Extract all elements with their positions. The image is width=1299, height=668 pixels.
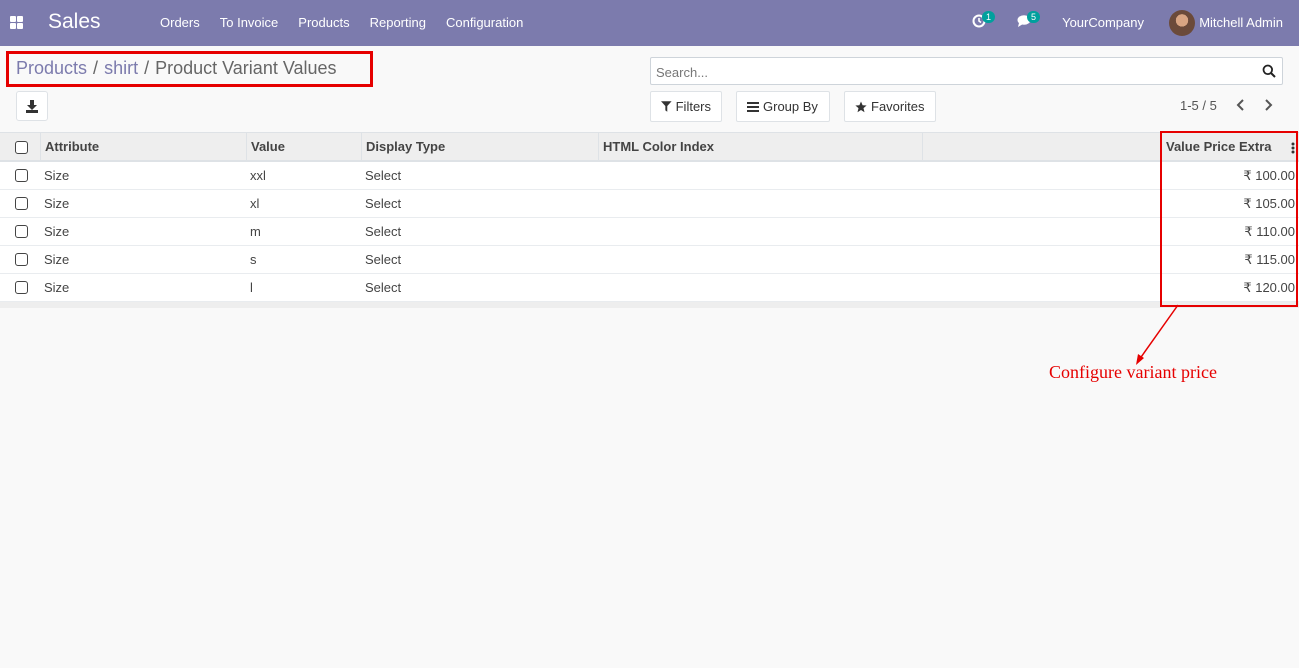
cell-attribute: Size [44,196,70,211]
breadcrumb-highlight-box [6,51,373,87]
top-navbar: Sales Orders To Invoice Products Reporti… [0,0,1299,46]
search-input[interactable] [656,63,1256,81]
main-menu: Orders To Invoice Products Reporting Con… [150,0,533,46]
cell-value: xxl [250,168,266,183]
star-icon [855,101,867,112]
table-row[interactable]: Size xl Select ₹ 105.00 [0,190,1299,218]
column-header-attribute[interactable]: Attribute [40,133,247,161]
row-checkbox[interactable] [15,253,28,266]
menu-item-reporting[interactable]: Reporting [360,0,436,46]
table-row[interactable]: Size l Select ₹ 120.00 [0,274,1299,302]
pager-previous-icon[interactable] [1234,97,1248,113]
list-icon [747,101,759,112]
filters-label: Filters [675,99,711,114]
table-footer [0,302,1299,308]
table-row[interactable]: Size s Select ₹ 115.00 [0,246,1299,274]
cell-value: m [250,224,261,239]
annotation-label: Configure variant price [1049,362,1217,382]
cell-attribute: Size [44,168,70,183]
cell-attribute: Size [44,224,70,239]
cell-attribute: Size [44,252,70,267]
price-column-highlight-box [1160,131,1298,307]
cell-display-type: Select [365,168,402,183]
menu-item-products[interactable]: Products [288,0,359,46]
menu-item-configuration[interactable]: Configuration [436,0,533,46]
cell-attribute: Size [44,280,70,295]
favorites-button[interactable]: Favorites [844,91,936,122]
menu-item-to-invoice[interactable]: To Invoice [210,0,289,46]
search-icon[interactable] [1262,64,1276,78]
favorites-label: Favorites [871,99,925,114]
group-by-button[interactable]: Group By [736,91,830,122]
cell-value: s [250,252,257,267]
column-header-value[interactable]: Value [246,133,361,161]
systray: 1 5 YourCompany Mitchell Admin [959,0,1299,46]
row-checkbox[interactable] [15,225,28,238]
row-checkbox[interactable] [15,197,28,210]
select-all-checkbox[interactable] [15,141,28,154]
download-icon [26,100,38,113]
cell-value: l [250,280,253,295]
pager-value[interactable]: 1-5 / 5 [1180,98,1217,113]
company-switcher[interactable]: YourCompany [1062,15,1144,30]
cell-value: xl [250,196,260,211]
group-by-label: Group By [763,99,818,114]
messages-count-badge: 5 [1027,11,1041,23]
column-header-display-type[interactable]: Display Type [361,133,598,161]
user-menu[interactable]: Mitchell Admin [1199,15,1283,30]
user-avatar[interactable] [1169,10,1195,36]
list-table: Attribute Value Display Type HTML Color … [0,132,1299,308]
export-download-button[interactable] [16,91,48,121]
messages-chat-icon[interactable]: 5 [1017,11,1041,30]
filters-button[interactable]: Filters [650,91,722,122]
column-header-html-color-index[interactable]: HTML Color Index [598,133,923,161]
filter-icon [661,101,672,112]
pager-next-icon[interactable] [1261,97,1275,113]
row-checkbox[interactable] [15,169,28,182]
table-row[interactable]: Size xxl Select ₹ 100.00 [0,162,1299,190]
table-header: Attribute Value Display Type HTML Color … [0,132,1299,162]
menu-item-orders[interactable]: Orders [150,0,210,46]
cell-display-type: Select [365,224,402,239]
column-header-blank [922,133,1162,161]
table-row[interactable]: Size m Select ₹ 110.00 [0,218,1299,246]
row-checkbox[interactable] [15,281,28,294]
cell-display-type: Select [365,252,402,267]
cell-display-type: Select [365,280,402,295]
activity-count-badge: 1 [982,11,996,23]
apps-menu-icon[interactable] [10,16,23,29]
cell-display-type: Select [365,196,402,211]
search-bar [650,57,1283,85]
app-name[interactable]: Sales [48,10,101,34]
activity-clock-icon[interactable]: 1 [972,11,996,30]
